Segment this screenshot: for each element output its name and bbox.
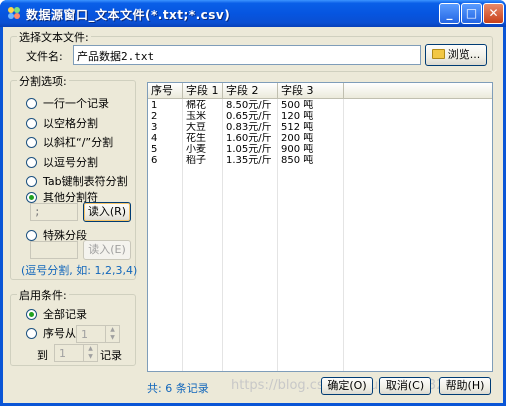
radio-all-records[interactable]: 全部记录 — [26, 308, 87, 322]
to-label: 到 — [37, 349, 48, 362]
split-option-label: Tab键制表符分割 — [43, 175, 128, 188]
browse-button[interactable]: 浏览... — [425, 44, 487, 66]
minimize-button[interactable]: _ — [439, 3, 460, 24]
table-cell: 850 吨 — [281, 155, 314, 166]
table-row[interactable]: 4 花生 1.60元/斤 200 吨 — [148, 133, 492, 144]
table-cell: 0.83元/斤 — [226, 122, 272, 133]
split-option-label: 以斜杠“/”分割 — [43, 136, 114, 149]
records-label: 记录 — [100, 349, 122, 362]
radio-dot — [26, 176, 37, 187]
table-cell: 1 — [151, 100, 158, 111]
table-cell: 5 — [151, 144, 158, 155]
spinner-arrows-icon[interactable]: ▲ ▼ — [105, 326, 119, 342]
all-records-label: 全部记录 — [43, 308, 87, 321]
table-cell: 花生 — [186, 133, 206, 144]
table-cell: 512 吨 — [281, 122, 314, 133]
data-table[interactable]: 序号 字段 1 字段 2 字段 3 1 棉花 8.50元/斤 500 吨 2 玉米 0.65元/斤… — [147, 82, 493, 372]
table-row[interactable]: 1 棉花 8.50元/斤 500 吨 — [148, 100, 492, 111]
title-bar[interactable]: 数据源窗口_文本文件(*.txt;*.csv) _ □ ✕ — [0, 0, 506, 27]
column-header[interactable]: 字段 2 — [223, 83, 278, 99]
spinner-arrows-icon[interactable]: ▲ ▼ — [83, 345, 97, 361]
radio-split-option[interactable]: 以空格分割 — [26, 117, 98, 131]
other-separator-input[interactable]: ; — [30, 203, 78, 221]
radio-dot — [26, 192, 37, 203]
to-value: 1 — [59, 347, 66, 360]
filename-label: 文件名: — [26, 50, 63, 63]
radio-dot — [26, 137, 37, 148]
table-cell: 3 — [151, 122, 158, 133]
radio-dot — [26, 328, 37, 339]
radio-split-option[interactable]: 以逗号分割 — [26, 156, 98, 170]
table-row[interactable]: 2 玉米 0.65元/斤 120 吨 — [148, 111, 492, 122]
close-button[interactable]: ✕ — [483, 3, 504, 24]
table-cell: 1.35元/斤 — [226, 155, 272, 166]
seq-from-label: 序号从 — [43, 327, 76, 340]
table-cell: 8.50元/斤 — [226, 100, 272, 111]
table-cell: 小麦 — [186, 144, 206, 155]
window: 数据源窗口_文本文件(*.txt;*.csv) _ □ ✕ 选择文本文件: 文件… — [0, 0, 506, 406]
maximize-button[interactable]: □ — [461, 3, 482, 24]
radio-dot — [26, 118, 37, 129]
split-group-label: 分割选项: — [17, 73, 69, 89]
table-cell: 4 — [151, 133, 158, 144]
table-row[interactable]: 5 小麦 1.05元/斤 900 吨 — [148, 144, 492, 155]
browse-label: 浏览... — [447, 48, 481, 61]
cancel-button[interactable]: 取消(C) — [379, 377, 431, 395]
table-cell: 大豆 — [186, 122, 206, 133]
table-cell: 6 — [151, 155, 158, 166]
file-group-label: 选择文本文件: — [17, 29, 91, 45]
help-button[interactable]: 帮助(H) — [439, 377, 491, 395]
table-row[interactable]: 3 大豆 0.83元/斤 512 吨 — [148, 122, 492, 133]
app-icon — [8, 7, 20, 19]
read-in-2-button[interactable]: 读入(E) — [83, 240, 131, 260]
read-in-button[interactable]: 读入(R) — [83, 202, 131, 222]
column-header[interactable]: 字段 3 — [278, 83, 344, 99]
table-cell: 0.65元/斤 — [226, 111, 272, 122]
window-title: 数据源窗口_文本文件(*.txt;*.csv) — [26, 8, 231, 22]
table-cell: 棉花 — [186, 100, 206, 111]
record-count: 共: 6 条记录 — [147, 382, 209, 395]
column-header[interactable]: 字段 1 — [183, 83, 223, 99]
table-cell: 1.05元/斤 — [226, 144, 272, 155]
table-cell: 200 吨 — [281, 133, 314, 144]
radio-split-option[interactable]: 一行一个记录 — [26, 97, 109, 111]
split-hint: (逗号分割, 如: 1,2,3,4) — [21, 264, 138, 277]
special-segment-input[interactable] — [30, 241, 78, 259]
table-cell: 900 吨 — [281, 144, 314, 155]
table-cell: 120 吨 — [281, 111, 314, 122]
table-cell: 玉米 — [186, 111, 206, 122]
filename-input[interactable]: 产品数据2.txt — [73, 45, 421, 65]
table-cell: 500 吨 — [281, 100, 314, 111]
split-option-label: 以逗号分割 — [43, 156, 98, 169]
from-spinner[interactable]: 1 ▲ ▼ — [76, 325, 120, 343]
table-cell: 稻子 — [186, 155, 206, 166]
radio-split-option[interactable]: Tab键制表符分割 — [26, 175, 128, 189]
to-spinner[interactable]: 1 ▲ ▼ — [54, 344, 98, 362]
table-row[interactable]: 6 稻子 1.35元/斤 850 吨 — [148, 155, 492, 166]
column-header[interactable]: 序号 — [148, 83, 183, 99]
table-cell: 1.60元/斤 — [226, 133, 272, 144]
split-option-label: 以空格分割 — [43, 117, 98, 130]
radio-split-option[interactable]: 以斜杠“/”分割 — [26, 136, 113, 150]
from-value: 1 — [81, 328, 88, 341]
radio-dot — [26, 230, 37, 241]
table-body: 1 棉花 8.50元/斤 500 吨 2 玉米 0.65元/斤 120 吨 3 大豆 0.83元/斤… — [148, 99, 492, 371]
radio-dot — [26, 157, 37, 168]
radio-seq-from[interactable]: 序号从 — [26, 327, 76, 341]
file-group: 选择文本文件: 文件名: 产品数据2.txt 浏览... — [10, 29, 493, 72]
radio-dot — [26, 98, 37, 109]
enable-group-label: 启用条件: — [17, 287, 69, 303]
folder-icon — [431, 49, 445, 59]
radio-dot — [26, 309, 37, 320]
table-header: 序号 字段 1 字段 2 字段 3 — [148, 83, 492, 99]
table-cell: 2 — [151, 111, 158, 122]
split-option-label: 一行一个记录 — [43, 97, 109, 110]
ok-button[interactable]: 确定(O) — [321, 377, 373, 395]
